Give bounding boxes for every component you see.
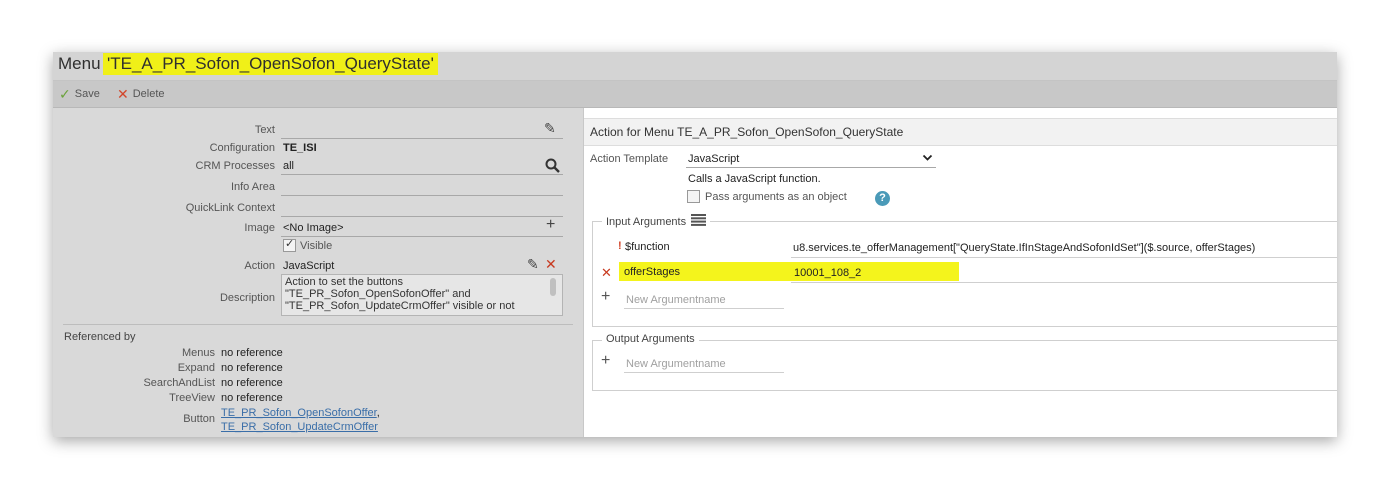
check-icon: ✓ [59,85,71,102]
searchandlist-label: SearchAndList [143,377,215,389]
button-link-update-crm-offer[interactable]: TE_PR_Sofon_UpdateCrmOffer [221,421,378,433]
search-icon[interactable] [545,158,560,175]
list-icon[interactable] [691,214,707,229]
title-prefix: Menu [58,54,101,73]
crm-processes-underline [281,174,563,175]
button-link-open-sofon-offer[interactable]: TE_PR_Sofon_OpenSofonOffer [221,407,377,419]
expand-value: no reference [221,362,283,374]
x-icon: ✕ [117,85,129,102]
action-panel: Action for Menu TE_A_PR_Sofon_OpenSofon_… [583,108,1337,437]
expand-label: Expand [177,362,215,374]
help-icon[interactable]: ? [875,191,890,206]
action-panel-title: Action for Menu TE_A_PR_Sofon_OpenSofon_… [590,125,904,139]
delete-button[interactable]: ✕ Delete [117,86,165,102]
text-label: Text [254,124,275,136]
template-description: Calls a JavaScript function. [688,173,821,185]
chevron-down-icon[interactable] [922,152,933,166]
edit-text-pencil-icon[interactable]: ✎ [544,121,556,135]
description-line-1: Action to set the buttons [285,276,404,288]
save-button[interactable]: ✓ Save [59,86,100,102]
quicklink-label: QuickLink Context [185,202,275,214]
add-image-plus-icon[interactable]: + [546,217,555,233]
toolbar: ✓ Save ✕ Delete [53,81,1337,108]
visible-label: Visible [300,240,333,252]
new-output-argument-input[interactable]: New Argumentname [626,358,726,370]
action-template-label: Action Template [590,153,669,165]
output-arguments-legend: Output Arguments [602,333,699,345]
arg-name-function: $function [625,241,670,253]
action-template-select[interactable]: JavaScript [688,153,739,165]
description-line-2: "TE_PR_Sofon_OpenSofonOffer" and [285,288,471,300]
input-arguments-legend: Input Arguments [602,214,711,229]
image-label: Image [244,222,275,234]
quicklink-underline [281,216,563,217]
menus-label: Menus [181,347,215,359]
arg-name-offer-stages: offerStages [624,266,681,278]
remove-action-x-icon[interactable]: ✕ [545,257,557,271]
info-area-label: Info Area [230,181,275,193]
arg-value-offer-stages[interactable]: 10001_108_2 [794,267,861,279]
button-link-2-row: TE_PR_Sofon_UpdateCrmOffer [221,421,378,433]
treeview-label: TreeView [169,392,215,404]
description-line-3: "TE_PR_Sofon_UpdateCrmOffer" visible or … [285,300,515,312]
pass-args-label: Pass arguments as an object [705,191,847,203]
title-bar: Menu 'TE_A_PR_Sofon_OpenSofon_QueryState… [53,52,1337,81]
menu-name-title: 'TE_A_PR_Sofon_OpenSofon_QueryState' [103,53,438,75]
save-label: Save [74,88,100,100]
text-underline [281,138,563,139]
searchandlist-value: no reference [221,377,283,389]
remove-argument-x-icon[interactable]: ✕ [601,265,612,281]
input-arguments-title: Input Arguments [606,215,687,228]
crm-processes-value[interactable]: all [283,160,294,172]
arg-value-function-underline [791,257,1337,258]
arg-value-function[interactable]: u8.services.te_offerManagement["QuerySta… [793,242,1255,254]
checkmark-icon: ✓ [285,238,295,250]
new-output-underline [624,372,784,373]
button-label: Button [183,413,215,425]
visible-checkbox[interactable]: ✓ [283,238,296,252]
description-scrollbar[interactable] [550,278,556,296]
action-value[interactable]: JavaScript [283,260,334,272]
new-argument-underline [624,308,784,309]
configuration-value: TE_ISI [283,142,317,154]
required-marker: ! [618,240,622,252]
button-link-separator: , [376,407,380,419]
treeview-value: no reference [221,392,283,404]
edit-action-pencil-icon[interactable]: ✎ [527,257,539,271]
delete-label: Delete [132,88,165,100]
menu-properties-panel: Text ✎ Configuration TE_ISI CRM Processe… [53,108,582,437]
crm-processes-label: CRM Processes [195,160,275,172]
add-argument-plus-icon[interactable]: + [601,289,610,305]
image-underline [281,236,563,237]
image-value[interactable]: <No Image> [283,222,344,234]
action-label: Action [244,260,275,272]
menu-editor-window: Menu 'TE_A_PR_Sofon_OpenSofon_QueryState… [53,52,1337,437]
referenced-by-separator [63,324,573,325]
pass-args-checkbox[interactable] [687,190,700,203]
configuration-label: Configuration [209,142,275,154]
add-output-plus-icon[interactable]: + [601,353,610,369]
info-area-underline [281,195,563,196]
action-panel-header: Action for Menu TE_A_PR_Sofon_OpenSofon_… [584,118,1337,146]
description-label: Description [219,292,275,304]
arg-value-offer-stages-underline [791,282,1337,283]
new-argument-input[interactable]: New Argumentname [626,294,726,306]
action-template-underline [686,167,936,168]
description-textarea[interactable]: Action to set the buttons "TE_PR_Sofon_O… [281,274,563,316]
button-link-1-row: TE_PR_Sofon_OpenSofonOffer, [221,407,380,419]
menus-value: no reference [221,347,283,359]
referenced-by-title: Referenced by [64,331,136,343]
